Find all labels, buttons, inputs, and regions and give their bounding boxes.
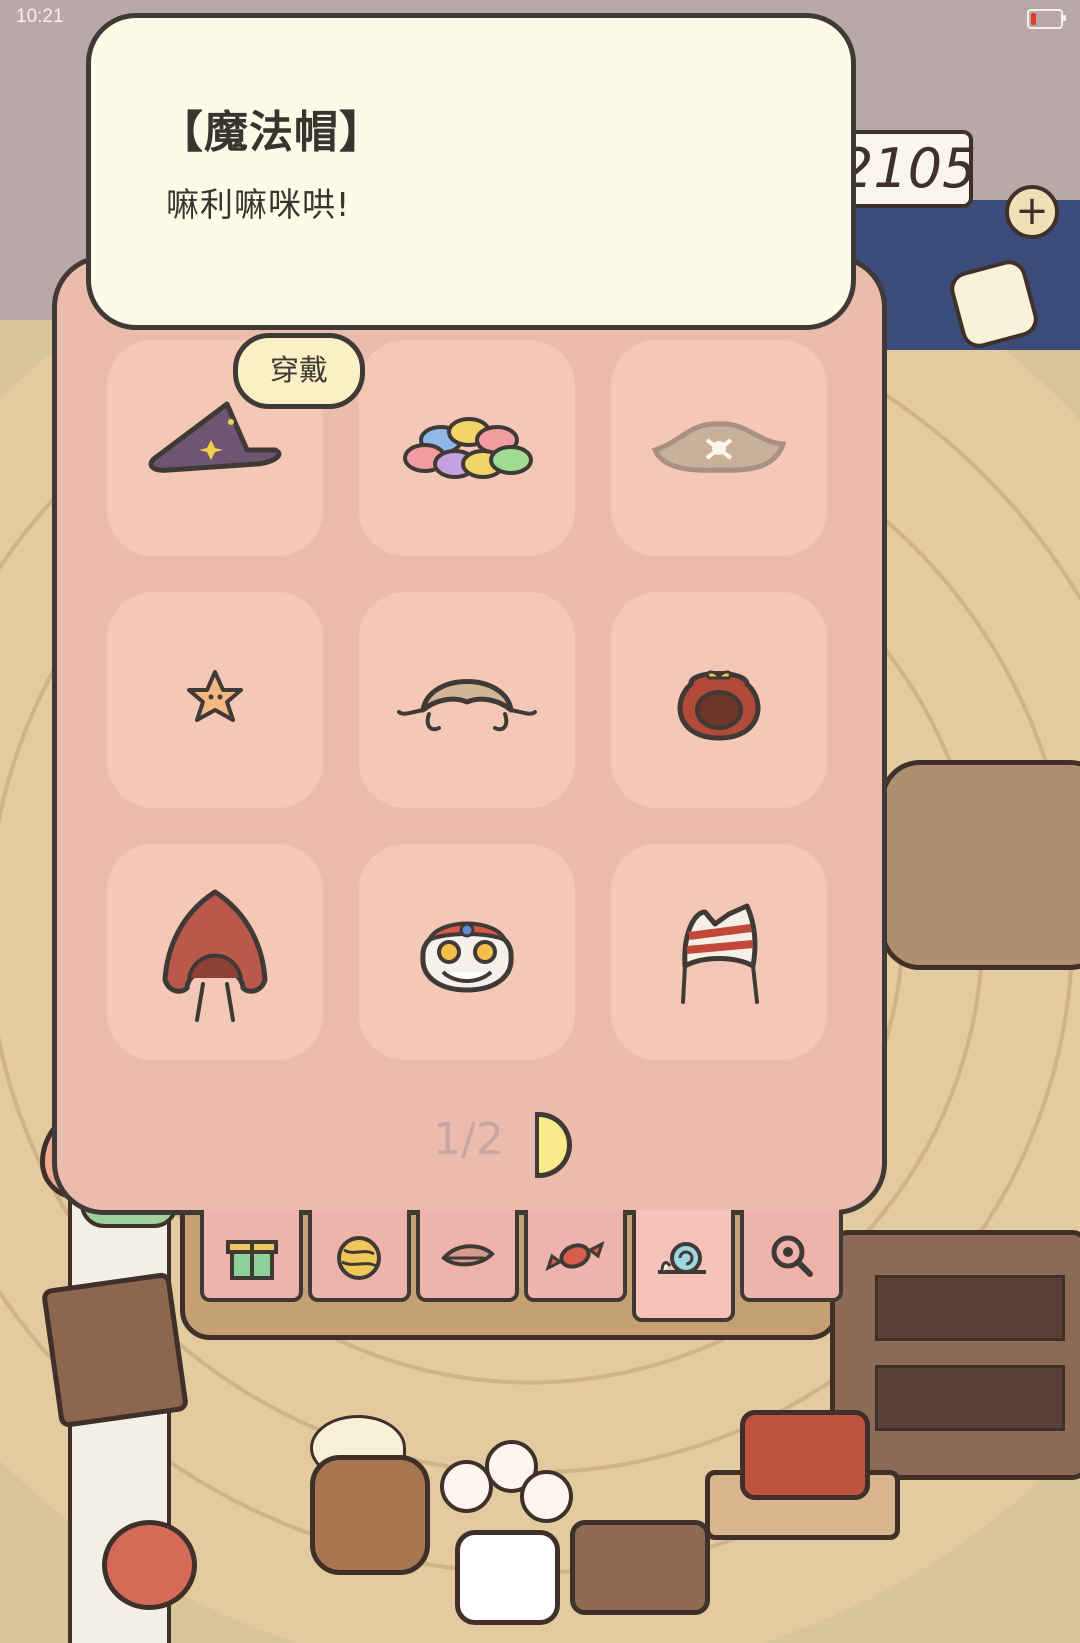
battery-icon bbox=[1027, 9, 1066, 29]
item-slot-red-hood[interactable] bbox=[107, 844, 323, 1060]
tab-snail[interactable] bbox=[632, 1210, 735, 1322]
tab-yarn[interactable] bbox=[308, 1210, 411, 1302]
incense-pot bbox=[310, 1455, 430, 1575]
add-currency-button[interactable]: + bbox=[1005, 185, 1059, 239]
lily-flowers bbox=[440, 1440, 573, 1540]
page-indicator: 1/2 bbox=[433, 1114, 504, 1165]
radio-decoration bbox=[740, 1410, 870, 1500]
item-description-card: 【魔法帽】 嘛利嘛咪哄! bbox=[86, 13, 856, 330]
yarn-ball-tab-icon bbox=[337, 1236, 381, 1280]
item-slot-aviator-cap[interactable] bbox=[359, 592, 575, 808]
gift-tab-icon bbox=[226, 1240, 278, 1280]
item-title: 【魔法帽】 bbox=[159, 107, 384, 158]
item-slot-lucky-bag[interactable] bbox=[611, 592, 827, 808]
colorful-macarons-icon bbox=[403, 417, 533, 479]
candy-tab-icon bbox=[545, 1241, 605, 1271]
book-stack bbox=[40, 1271, 190, 1429]
item-slot-starfish[interactable] bbox=[107, 592, 323, 808]
snail-tab-icon bbox=[658, 1242, 706, 1274]
pirate-hat-icon bbox=[651, 421, 787, 473]
item-description: 嘛利嘛咪哄! bbox=[166, 185, 351, 224]
item-slot-pirate-hat[interactable] bbox=[611, 340, 827, 556]
wardrobe-panel bbox=[52, 255, 887, 1215]
leaf-tab-icon bbox=[441, 1244, 495, 1267]
magnifier-tab-icon bbox=[771, 1235, 813, 1277]
apple-decoration bbox=[102, 1520, 197, 1610]
item-slot-lion-dance-head[interactable] bbox=[359, 844, 575, 1060]
round-table-right bbox=[880, 760, 1080, 970]
item-slot-macarons[interactable] bbox=[359, 340, 575, 556]
tab-candy[interactable] bbox=[524, 1210, 627, 1302]
red-hood-icon bbox=[162, 889, 268, 1022]
lucky-bag-icon bbox=[677, 670, 761, 741]
tab-search[interactable] bbox=[740, 1210, 843, 1302]
bonsai-pot bbox=[570, 1520, 710, 1615]
lion-dance-head-icon bbox=[420, 921, 514, 993]
wear-button[interactable]: 穿戴 bbox=[233, 333, 365, 409]
tab-gift[interactable] bbox=[200, 1210, 303, 1302]
starfish-icon bbox=[187, 670, 243, 722]
status-time: 10:21 bbox=[16, 6, 64, 27]
item-slot-striped-beanie[interactable] bbox=[611, 844, 827, 1060]
flower-pot bbox=[455, 1530, 560, 1625]
tab-leaf[interactable] bbox=[416, 1210, 519, 1302]
aviator-cap-icon bbox=[397, 679, 537, 732]
striped-cat-beanie-icon bbox=[681, 903, 759, 1004]
